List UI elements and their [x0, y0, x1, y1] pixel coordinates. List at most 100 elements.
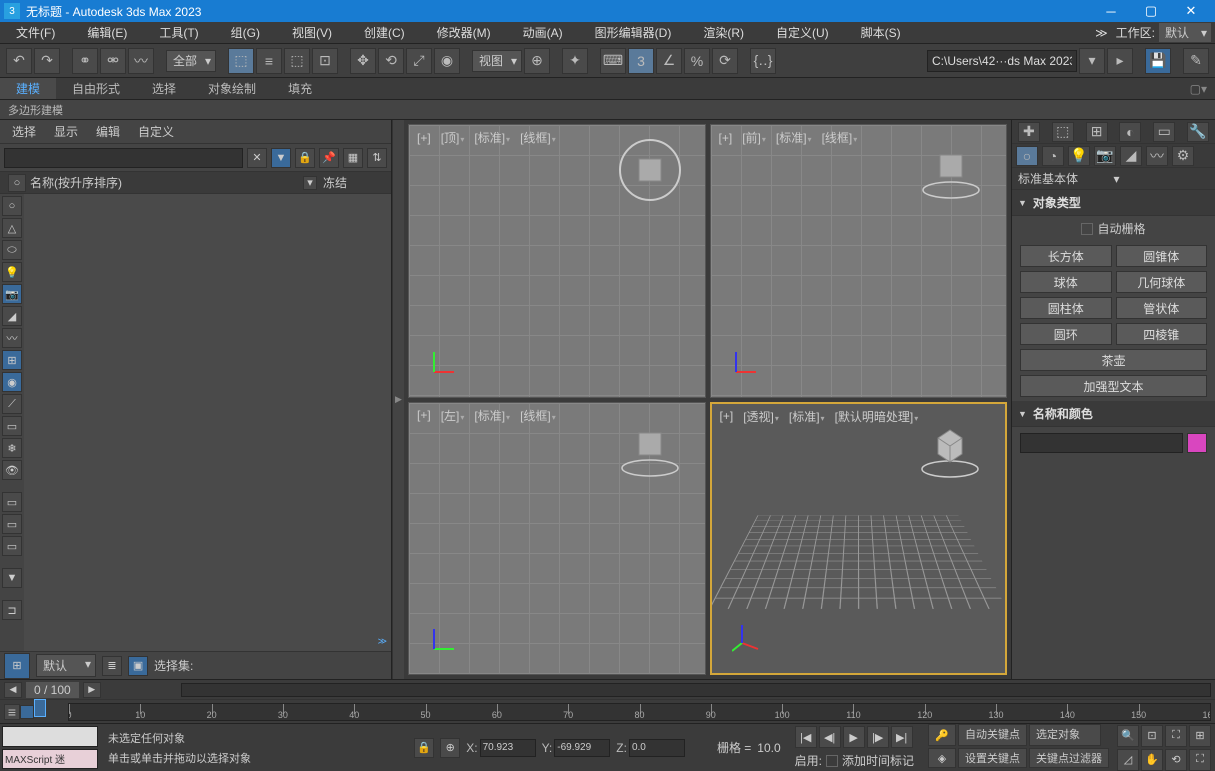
- se-collapse-icon[interactable]: ▼: [2, 568, 22, 588]
- ts-next-button[interactable]: ▶: [83, 682, 101, 698]
- bind-spacewarp-button[interactable]: 〰: [128, 48, 154, 74]
- column-name[interactable]: 名称(按升序排序): [30, 174, 303, 191]
- menu-edit[interactable]: 编辑(E): [71, 22, 143, 43]
- zoom-extents-all-button[interactable]: ⊞: [1189, 725, 1211, 747]
- viewcube-top[interactable]: [615, 135, 685, 205]
- undo-button[interactable]: ↶: [6, 48, 32, 74]
- isolate-icon[interactable]: ▣: [128, 656, 148, 676]
- project-path-input[interactable]: [927, 50, 1077, 72]
- viewport-perspective[interactable]: [+] [透视]▾ [标准]▾ [默认明暗处理]▾: [710, 402, 1008, 676]
- display-spacewarps-icon[interactable]: 〰: [2, 328, 22, 348]
- menu-graph[interactable]: 图形编辑器(D): [579, 22, 688, 43]
- lock-selection-icon[interactable]: 🔒: [414, 738, 434, 758]
- ref-coord-select[interactable]: 视图▾: [472, 50, 522, 72]
- view-icon[interactable]: ▦: [343, 148, 363, 168]
- goto-end-button[interactable]: ▶|: [891, 726, 913, 748]
- freeze-toggle-icon[interactable]: ▾: [303, 176, 317, 190]
- sort-icon[interactable]: ⇅: [367, 148, 387, 168]
- header-sphere-icon[interactable]: ○: [8, 174, 26, 192]
- add-time-tag[interactable]: 添加时间标记: [842, 752, 914, 769]
- display-groups-icon[interactable]: ⊞: [2, 350, 22, 370]
- timeline-marker[interactable]: [34, 699, 46, 717]
- display-shapes-icon[interactable]: ⬭: [2, 240, 22, 260]
- selection-filter-select[interactable]: 全部▾: [166, 50, 216, 72]
- x-input[interactable]: [480, 739, 536, 757]
- prompt-box[interactable]: [2, 726, 98, 747]
- path-browse-button[interactable]: ▸: [1107, 48, 1133, 74]
- display-geometry-icon[interactable]: △: [2, 218, 22, 238]
- selected-obj-select[interactable]: 选定对象: [1029, 724, 1101, 746]
- menu-modifier[interactable]: 修改器(M): [421, 22, 507, 43]
- next-frame-button[interactable]: |▶: [867, 726, 889, 748]
- systems-icon[interactable]: ⚙: [1172, 146, 1194, 166]
- zoom-all-button[interactable]: ⊡: [1141, 725, 1163, 747]
- fov-button[interactable]: ◿: [1117, 749, 1139, 771]
- abs-rel-icon[interactable]: ⊕: [440, 738, 460, 758]
- timeline-expand-icon[interactable]: ≡: [4, 704, 20, 720]
- timeline-ruler[interactable]: 0102030405060708090100110120130140150160: [68, 703, 1211, 721]
- goto-start-button[interactable]: |◀: [795, 726, 817, 748]
- display-cameras-icon[interactable]: 📷: [2, 284, 22, 304]
- se-bookmark-icon[interactable]: ⊐: [2, 600, 22, 620]
- object-name-input[interactable]: [1020, 433, 1183, 453]
- cp-hierarchy-tab[interactable]: ⊞: [1086, 122, 1108, 142]
- set-key-button[interactable]: 🔑: [928, 724, 956, 746]
- ts-prev-button[interactable]: ◀: [4, 682, 22, 698]
- redo-button[interactable]: ↷: [34, 48, 60, 74]
- select-place-button[interactable]: ◉: [434, 48, 460, 74]
- ribbon-tab-paint[interactable]: 对象绘制: [192, 78, 272, 99]
- pan-button[interactable]: ✋: [1141, 749, 1163, 771]
- se-empty3-icon[interactable]: ▭: [2, 536, 22, 556]
- select-move-button[interactable]: ✥: [350, 48, 376, 74]
- percent-snap-button[interactable]: %: [684, 48, 710, 74]
- autogrid-checkbox[interactable]: 自动栅格: [1012, 216, 1215, 241]
- se-empty2-icon[interactable]: ▭: [2, 514, 22, 534]
- prev-frame-button[interactable]: ◀|: [819, 726, 841, 748]
- maxscript-listener[interactable]: MAXScript 迷: [2, 749, 98, 770]
- ribbon-panel-label[interactable]: 多边形建模: [0, 100, 1215, 120]
- y-input[interactable]: [554, 739, 610, 757]
- primitive-sphere[interactable]: 球体: [1020, 271, 1112, 293]
- display-containers-icon[interactable]: ▭: [2, 416, 22, 436]
- pin-icon[interactable]: 📌: [319, 148, 339, 168]
- shapes-icon[interactable]: ◔: [1042, 146, 1064, 166]
- close-button[interactable]: ✕: [1171, 0, 1211, 22]
- display-all-icon[interactable]: ○: [2, 196, 22, 216]
- menubar-more-icon[interactable]: ≫: [1095, 26, 1108, 40]
- minimize-button[interactable]: ─: [1091, 0, 1131, 22]
- menu-script[interactable]: 脚本(S): [845, 22, 917, 43]
- ribbon-tab-populate[interactable]: 填充: [272, 78, 328, 99]
- menu-animation[interactable]: 动画(A): [507, 22, 579, 43]
- play-button[interactable]: ▶: [843, 726, 865, 748]
- key-mode-icon[interactable]: ◈: [928, 748, 956, 768]
- ts-track[interactable]: [181, 683, 1211, 697]
- menu-render[interactable]: 渲染(R): [687, 22, 760, 43]
- display-bones-icon[interactable]: ⟋: [2, 394, 22, 414]
- ts-frame-display[interactable]: 0 / 100: [26, 682, 79, 698]
- primitive-pyramid[interactable]: 四棱锥: [1116, 323, 1208, 345]
- ribbon-tab-freeform[interactable]: 自由形式: [56, 78, 136, 99]
- se-tab-edit[interactable]: 编辑: [96, 123, 120, 140]
- search-clear-icon[interactable]: ✕: [247, 148, 267, 168]
- menu-create[interactable]: 创建(C): [348, 22, 421, 43]
- vp-top-label[interactable]: [+] [顶]▾ [标准]▾ [线框]▾: [417, 129, 556, 146]
- se-tab-display[interactable]: 显示: [54, 123, 78, 140]
- cp-utilities-tab[interactable]: 🔧: [1187, 122, 1209, 142]
- spacewarps-icon[interactable]: 〰: [1146, 146, 1168, 166]
- scene-explorer-preset-select[interactable]: 默认▾: [36, 654, 96, 677]
- scene-list-more-icon[interactable]: ≫: [378, 636, 387, 647]
- civil-view-button[interactable]: ✎: [1183, 48, 1209, 74]
- menu-file[interactable]: 文件(F): [0, 22, 71, 43]
- key-filter-button[interactable]: 关键点过滤器: [1029, 748, 1109, 768]
- spinner-snap-button[interactable]: ⟳: [712, 48, 738, 74]
- link-button[interactable]: ⚭: [72, 48, 98, 74]
- cp-motion-tab[interactable]: ◐: [1119, 122, 1141, 142]
- scene-list[interactable]: ≫: [24, 194, 391, 651]
- save-shelf-button[interactable]: 💾: [1145, 48, 1171, 74]
- workspace-select[interactable]: 默认▾: [1159, 23, 1211, 42]
- zoom-extents-button[interactable]: ⛶: [1165, 725, 1187, 747]
- menu-tools[interactable]: 工具(T): [143, 22, 214, 43]
- vp-front-label[interactable]: [+] [前]▾ [标准]▾ [线框]▾: [719, 129, 858, 146]
- maximize-button[interactable]: ▢: [1131, 0, 1171, 22]
- primitive-tube[interactable]: 管状体: [1116, 297, 1208, 319]
